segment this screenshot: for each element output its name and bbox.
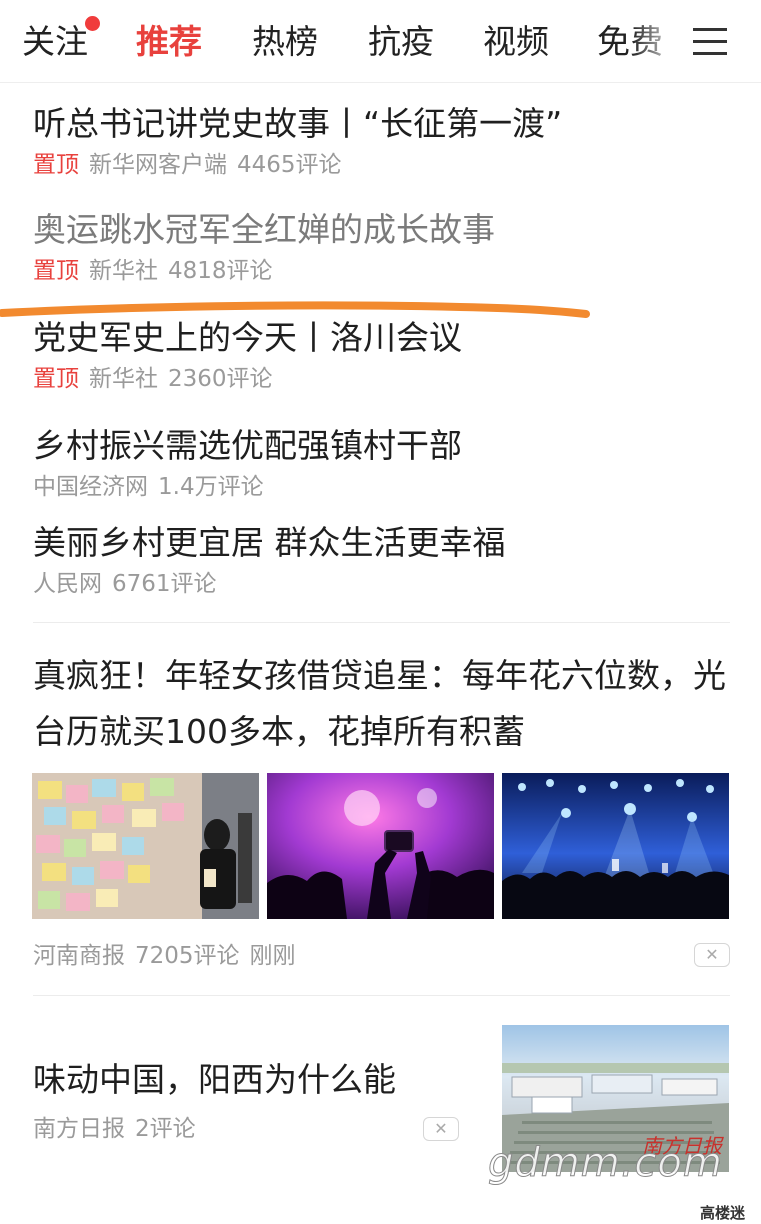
news-item[interactable]: 听总书记讲党史故事丨“长征第一渡” 置顶 新华网客户端 4465评论 bbox=[33, 102, 733, 181]
channel-tabs: 关注 推荐 热榜 抗疫 视频 免费 bbox=[0, 0, 690, 82]
news-title[interactable]: 奥运跳水冠军全红婵的成长故事 bbox=[33, 208, 733, 252]
side-item-meta: 南方日报 2评论 bbox=[33, 1113, 206, 1145]
feature-meta: 河南商报 7205评论 刚刚 bbox=[33, 940, 306, 972]
news-title[interactable]: 党史军史上的今天丨洛川会议 bbox=[33, 316, 733, 360]
dismiss-button[interactable]: ✕ bbox=[694, 943, 730, 967]
tab-hot-list[interactable]: 热榜 bbox=[252, 20, 318, 64]
news-title[interactable]: 听总书记讲党史故事丨“长征第一渡” bbox=[33, 102, 733, 146]
sticky-notes-wall-image[interactable] bbox=[32, 773, 259, 919]
news-source: 新华社 bbox=[89, 366, 158, 392]
top-nav-bar: 关注 推荐 热榜 抗疫 视频 免费 bbox=[0, 0, 761, 83]
news-source: 新华社 bbox=[89, 258, 158, 284]
divider bbox=[33, 622, 730, 623]
news-source: 人民网 bbox=[33, 571, 102, 597]
dismiss-button[interactable]: ✕ bbox=[423, 1117, 459, 1141]
news-item[interactable]: 奥运跳水冠军全红婵的成长故事 置顶 新华社 4818评论 bbox=[33, 208, 733, 287]
news-title[interactable]: 乡村振兴需选优配强镇村干部 bbox=[33, 424, 733, 468]
news-title[interactable]: 美丽乡村更宜居 群众生活更幸福 bbox=[33, 521, 733, 565]
pinned-badge: 置顶 bbox=[33, 366, 79, 392]
news-meta: 置顶 新华社 2360评论 bbox=[33, 363, 733, 395]
news-source: 新华网客户端 bbox=[89, 152, 227, 178]
tab-anti-epidemic[interactable]: 抗疫 bbox=[368, 20, 434, 64]
tab-video[interactable]: 视频 bbox=[483, 20, 549, 64]
tabs-fade-overlay bbox=[632, 0, 690, 82]
news-comments: 4465评论 bbox=[237, 152, 342, 178]
feature-title[interactable]: 真疯狂！年轻女孩借贷追星：每年花六位数，光台历就买100多本，花掉所有积蓄 bbox=[33, 648, 733, 760]
news-meta: 置顶 新华网客户端 4465评论 bbox=[33, 149, 733, 181]
news-comments: 4818评论 bbox=[168, 258, 273, 284]
watermark-text: gdmm.com bbox=[488, 1140, 723, 1187]
news-meta: 人民网 6761评论 bbox=[33, 568, 733, 600]
close-icon: ✕ bbox=[434, 1119, 448, 1138]
news-source: 河南商报 bbox=[33, 943, 125, 969]
close-icon: ✕ bbox=[705, 945, 719, 964]
news-item[interactable]: 乡村振兴需选优配强镇村干部 中国经济网 1.4万评论 bbox=[33, 424, 733, 503]
corner-logo: 高楼迷 bbox=[700, 1204, 746, 1222]
news-comments: 6761评论 bbox=[112, 571, 217, 597]
news-item[interactable]: 味动中国，阳西为什么能 bbox=[33, 1058, 483, 1102]
news-comments: 2评论 bbox=[135, 1116, 196, 1142]
news-comments: 7205评论 bbox=[135, 943, 240, 969]
notification-dot bbox=[85, 16, 100, 31]
news-item[interactable]: 美丽乡村更宜居 群众生活更幸福 人民网 6761评论 bbox=[33, 521, 733, 600]
tab-recommend[interactable]: 推荐 bbox=[136, 20, 202, 64]
tab-follow[interactable]: 关注 bbox=[22, 20, 88, 64]
pinned-badge: 置顶 bbox=[33, 258, 79, 284]
news-item[interactable]: 党史军史上的今天丨洛川会议 置顶 新华社 2360评论 bbox=[33, 316, 733, 395]
news-title[interactable]: 味动中国，阳西为什么能 bbox=[33, 1058, 483, 1102]
news-meta: 中国经济网 1.4万评论 bbox=[33, 471, 733, 503]
news-comments: 1.4万评论 bbox=[158, 474, 264, 500]
pinned-badge: 置顶 bbox=[33, 152, 79, 178]
news-source: 南方日报 bbox=[33, 1116, 125, 1142]
news-time: 刚刚 bbox=[249, 943, 296, 969]
news-meta: 置顶 新华社 4818评论 bbox=[33, 255, 733, 287]
news-comments: 2360评论 bbox=[168, 366, 273, 392]
divider bbox=[33, 995, 730, 996]
news-source: 中国经济网 bbox=[33, 474, 148, 500]
concert-phone-image[interactable] bbox=[267, 773, 494, 919]
hamburger-menu-icon[interactable] bbox=[690, 24, 734, 60]
concert-crowd-image[interactable] bbox=[502, 773, 729, 919]
